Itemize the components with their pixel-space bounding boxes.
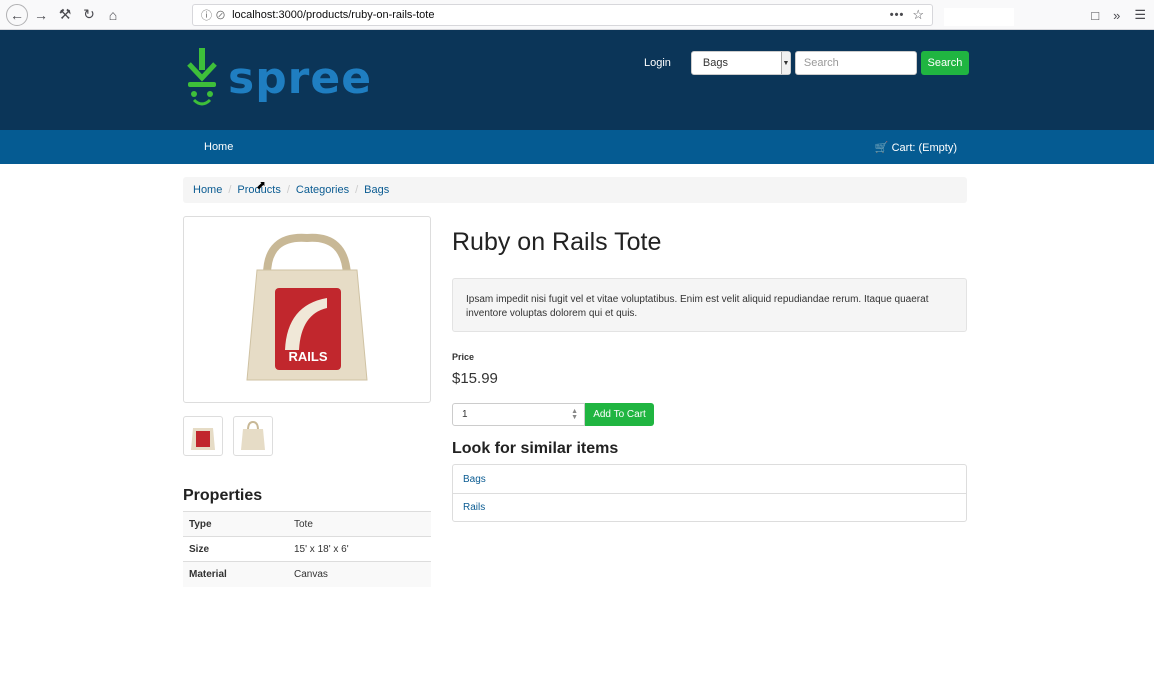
bookmark-star-icon[interactable]: ☆ <box>912 7 924 23</box>
browser-toolbar: ← → ⚒ ↻ ⌂ ⓘ ⊘ localhost:3000/products/ru… <box>0 0 1154 30</box>
tote-bag-image: RAILS <box>246 233 368 380</box>
quantity-input[interactable]: 1 ▲ ▼ <box>452 403 585 426</box>
similar-items-list: Bags Rails <box>452 464 967 522</box>
url-text[interactable]: localhost:3000/products/ruby-on-rails-to… <box>232 9 890 21</box>
logo-wordmark: spree <box>228 52 373 104</box>
breadcrumb-bags[interactable]: Bags <box>364 184 389 196</box>
property-value: Tote <box>288 511 431 537</box>
forward-icon[interactable]: → <box>30 4 52 26</box>
similar-item-bags[interactable]: Bags <box>453 465 966 493</box>
toolbar-blank-area <box>944 8 1014 26</box>
property-value: Canvas <box>288 561 431 587</box>
product-thumbnail[interactable] <box>233 416 273 456</box>
table-row: Type Tote <box>183 511 431 537</box>
nav-home-link[interactable]: Home <box>204 141 233 153</box>
breadcrumb-separator: / <box>355 184 359 196</box>
stepper-icon[interactable]: ▲ ▼ <box>571 408 578 421</box>
price-value: $15.99 <box>452 370 498 387</box>
mouse-cursor-icon: ⬈ <box>256 178 267 192</box>
cart-label: Cart: (Empty) <box>891 142 957 154</box>
rails-logo-text: RAILS <box>289 349 328 364</box>
breadcrumb-home[interactable]: Home <box>193 184 222 196</box>
product-title: Ruby on Rails Tote <box>452 228 662 256</box>
chevron-down-icon: ▼ <box>780 52 790 74</box>
spree-logo-icon <box>187 48 217 106</box>
main-nav: Home 🛒 Cart: (Empty) <box>0 130 1154 164</box>
properties-heading: Properties <box>183 487 263 504</box>
category-select-value: Bags <box>702 57 728 69</box>
search-input[interactable]: Search <box>794 51 917 75</box>
menu-icon[interactable]: ☰ <box>1134 7 1146 23</box>
property-key: Size <box>183 536 288 562</box>
site-header: spree Login Bags ▼ Search Search <box>0 30 1154 130</box>
similar-item-rails[interactable]: Rails <box>453 493 966 521</box>
search-button[interactable]: Search <box>920 51 969 75</box>
category-select[interactable]: Bags ▼ <box>690 51 791 75</box>
thumbnail-image <box>191 428 215 450</box>
similar-items-heading: Look for similar items <box>452 440 619 457</box>
property-key: Type <box>183 511 288 537</box>
breadcrumb-separator: / <box>228 184 232 196</box>
address-bar[interactable]: ⓘ ⊘ localhost:3000/products/ruby-on-rail… <box>192 4 933 26</box>
property-key: Material <box>183 561 288 587</box>
breadcrumb-categories[interactable]: Categories <box>296 184 349 196</box>
cart-icon: 🛒 <box>874 142 889 154</box>
wrench-icon[interactable]: ⚒ <box>54 4 76 26</box>
price-label: Price <box>452 352 475 362</box>
login-link[interactable]: Login <box>644 57 671 69</box>
product-thumbnail[interactable] <box>183 416 223 456</box>
info-icon[interactable]: ⓘ ⊘ <box>201 7 226 23</box>
product-description: Ipsam impedit nisi fugit vel et vitae vo… <box>452 278 967 332</box>
overflow-chevron-icon[interactable]: » <box>1113 8 1120 23</box>
reload-icon[interactable]: ↻ <box>78 4 100 26</box>
more-actions-icon[interactable]: ••• <box>890 9 905 21</box>
search-placeholder: Search <box>803 57 839 69</box>
breadcrumb: Home / Products / Categories / Bags <box>183 177 967 203</box>
quantity-value: 1 <box>462 409 468 420</box>
property-value: 15' x 18' x 6' <box>288 536 431 562</box>
properties-table: Type Tote Size 15' x 18' x 6' Material C… <box>183 511 431 587</box>
add-to-cart-button[interactable]: Add To Cart <box>585 403 654 426</box>
thumbnail-image <box>241 420 265 450</box>
reader-icon[interactable]: □ <box>1091 8 1099 23</box>
table-row: Size 15' x 18' x 6' <box>183 536 431 562</box>
home-icon[interactable]: ⌂ <box>102 4 124 26</box>
table-row: Material Canvas <box>183 561 431 587</box>
product-main-image[interactable]: RAILS <box>183 216 431 403</box>
spree-logo[interactable]: spree <box>184 48 372 108</box>
breadcrumb-separator: / <box>286 184 290 196</box>
back-icon[interactable]: ← <box>6 3 28 26</box>
cart-link[interactable]: 🛒 Cart: (Empty) <box>875 141 957 154</box>
